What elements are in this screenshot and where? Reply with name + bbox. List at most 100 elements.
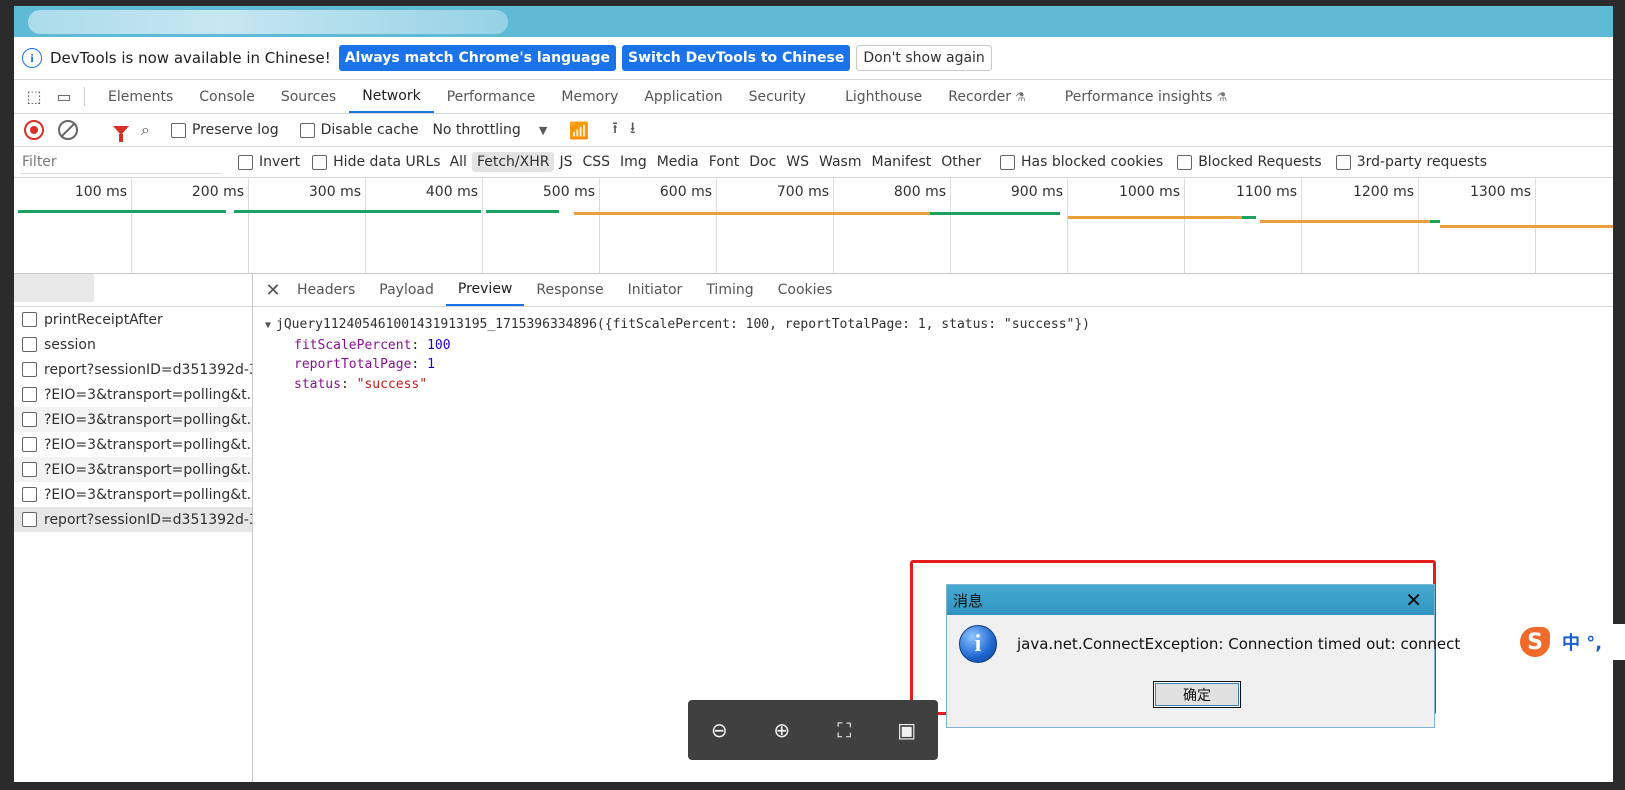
dont-show-again-button[interactable]: Don't show again: [856, 45, 992, 71]
invert-checkbox[interactable]: [238, 154, 253, 170]
screen-frame: i DevTools is now available in Chinese! …: [0, 0, 1625, 790]
tab-recorder[interactable]: Recorder ⚗: [935, 80, 1039, 113]
tab-performance-insights[interactable]: Performance insights ⚗: [1039, 80, 1240, 113]
fit-to-screen-icon[interactable]: ⛶: [829, 718, 859, 742]
tab-initiator[interactable]: Initiator: [616, 274, 695, 306]
request-name: printReceiptAfter: [44, 311, 163, 328]
throttling-select[interactable]: No throttling: [432, 122, 520, 138]
request-row[interactable]: ?EIO=3&transport=polling&t...: [14, 432, 252, 457]
browser-top-bar: [14, 6, 1613, 37]
timeline-gridline: [1184, 178, 1185, 273]
inspect-element-icon[interactable]: ⬚: [24, 80, 44, 113]
record-icon[interactable]: [24, 120, 44, 140]
switch-to-chinese-button[interactable]: Switch DevTools to Chinese: [622, 45, 851, 71]
filter-type-css[interactable]: CSS: [577, 152, 615, 172]
tab-cookies[interactable]: Cookies: [766, 274, 845, 306]
timeline-tick-label: 700 ms: [776, 184, 829, 200]
dialog-title: 消息: [953, 591, 984, 610]
always-match-language-button[interactable]: Always match Chrome's language: [338, 45, 616, 71]
tab-console[interactable]: Console: [186, 80, 268, 113]
zoom-out-icon[interactable]: ⊖: [704, 718, 734, 742]
third-party-requests-label: 3rd-party requests: [1356, 154, 1488, 170]
filter-type-manifest[interactable]: Manifest: [867, 152, 937, 172]
request-checkbox[interactable]: [22, 512, 37, 527]
preserve-log-checkbox[interactable]: [170, 122, 186, 138]
devtools-panel-tabs: ⬚ ▭ Elements Console Sources Network Per…: [14, 80, 1613, 114]
request-row[interactable]: ?EIO=3&transport=polling&t...: [14, 407, 252, 432]
clear-icon[interactable]: [58, 120, 78, 140]
filter-type-ws[interactable]: WS: [781, 152, 814, 172]
tab-preview[interactable]: Preview: [445, 274, 525, 306]
preview-summary-line[interactable]: ▼ jQuery112405461001431913195_17153963348…: [265, 315, 1613, 336]
tab-elements[interactable]: Elements: [95, 80, 186, 113]
request-row[interactable]: report?sessionID=d351392d-3...: [14, 357, 252, 382]
network-conditions-icon[interactable]: 📶: [569, 121, 589, 140]
tab-headers[interactable]: Headers: [285, 274, 367, 306]
detail-tabs: ✕ Headers Payload Preview Response Initi…: [253, 274, 1613, 307]
expand-triangle-icon[interactable]: ▼: [265, 320, 271, 331]
network-overview-timeline[interactable]: 100 ms 200 ms 300 ms 400 ms 500 ms 600 ms 700 …: [14, 178, 1613, 274]
request-checkbox[interactable]: [22, 462, 37, 477]
flask-icon: ⚗: [1216, 89, 1228, 104]
request-row[interactable]: printReceiptAfter: [14, 307, 252, 332]
tab-response[interactable]: Response: [524, 274, 615, 306]
filter-type-media[interactable]: Media: [652, 152, 704, 172]
blurred-region: [28, 10, 508, 34]
ime-status-bar[interactable]: S 中 °,: [1520, 624, 1625, 660]
request-row[interactable]: session: [14, 332, 252, 357]
zoom-in-icon[interactable]: ⊕: [767, 718, 797, 742]
filter-type-all[interactable]: All: [445, 152, 472, 172]
disable-cache-checkbox[interactable]: [299, 122, 315, 138]
tab-security[interactable]: Security: [736, 80, 833, 113]
timeline-gridline: [599, 178, 600, 273]
filter-input[interactable]: Filter: [20, 151, 222, 174]
tab-lighthouse[interactable]: Lighthouse: [832, 80, 935, 113]
tab-sources[interactable]: Sources: [268, 80, 349, 113]
tab-payload[interactable]: Payload: [367, 274, 446, 306]
blocked-requests-label: Blocked Requests: [1198, 154, 1322, 170]
request-row[interactable]: ?EIO=3&transport=polling&t...: [14, 382, 252, 407]
request-checkbox[interactable]: [22, 412, 37, 427]
request-checkbox[interactable]: [22, 337, 37, 352]
chevron-down-icon[interactable]: ▼: [539, 124, 547, 137]
request-checkbox[interactable]: [22, 312, 37, 327]
filter-type-font[interactable]: Font: [704, 152, 744, 172]
request-checkbox[interactable]: [22, 437, 37, 452]
ok-button[interactable]: 确定: [1153, 681, 1241, 708]
request-checkbox[interactable]: [22, 487, 37, 502]
timeline-tick-label: 200 ms: [191, 184, 244, 200]
close-icon[interactable]: ✕: [1405, 588, 1422, 612]
request-checkbox[interactable]: [22, 387, 37, 402]
request-row[interactable]: ?EIO=3&transport=polling&t...: [14, 457, 252, 482]
timeline-gridline: [365, 178, 366, 273]
import-har-icon[interactable]: ⭱: [612, 117, 618, 144]
filter-type-img[interactable]: Img: [615, 152, 652, 172]
filter-type-fetch-xhr[interactable]: Fetch/XHR: [471, 152, 555, 172]
filter-type-other[interactable]: Other: [936, 152, 986, 172]
filter-funnel-icon[interactable]: [113, 125, 129, 142]
export-har-icon[interactable]: ⭳: [630, 117, 636, 144]
tab-application[interactable]: Application: [631, 80, 735, 113]
filter-type-js[interactable]: JS: [554, 152, 577, 172]
request-row-selected[interactable]: report?sessionID=d351392d-3...: [14, 507, 252, 532]
hide-data-urls-checkbox[interactable]: [312, 154, 328, 170]
request-row[interactable]: ?EIO=3&transport=polling&t...: [14, 482, 252, 507]
has-blocked-cookies-checkbox[interactable]: [1000, 154, 1016, 170]
request-name: report?sessionID=d351392d-3...: [44, 361, 252, 378]
filter-type-wasm[interactable]: Wasm: [814, 152, 866, 172]
tab-memory[interactable]: Memory: [548, 80, 631, 113]
close-icon[interactable]: ✕: [261, 274, 285, 306]
filter-type-doc[interactable]: Doc: [744, 152, 781, 172]
tab-timing[interactable]: Timing: [694, 274, 765, 306]
tab-performance[interactable]: Performance: [434, 80, 549, 113]
blocked-requests-checkbox[interactable]: [1177, 154, 1193, 170]
device-toolbar-icon[interactable]: ▭: [54, 80, 74, 113]
waterfall-bar: [234, 210, 481, 213]
third-party-requests-checkbox[interactable]: [1335, 154, 1351, 170]
slideshow-icon[interactable]: ▣: [892, 718, 922, 742]
timeline-gridline: [1418, 178, 1419, 273]
tab-network[interactable]: Network: [349, 80, 434, 113]
request-checkbox[interactable]: [22, 362, 37, 377]
search-icon[interactable]: ⌕: [141, 120, 150, 140]
request-name: session: [44, 336, 96, 353]
